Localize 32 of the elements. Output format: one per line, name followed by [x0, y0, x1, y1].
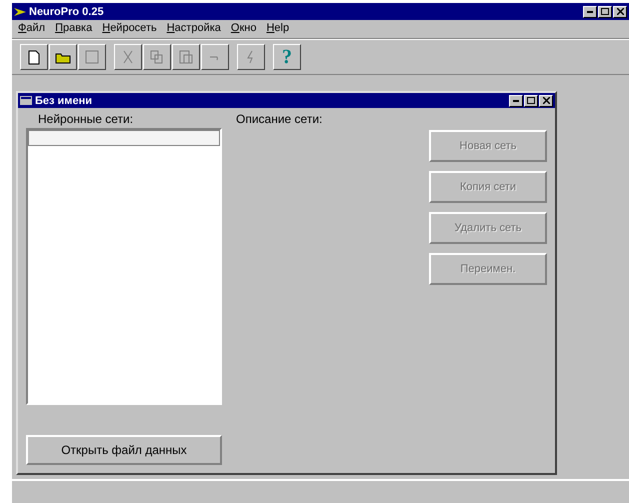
- maximize-icon: [601, 8, 609, 15]
- window-title: NeuroPro 0.25: [29, 6, 105, 18]
- minimize-button[interactable]: [509, 94, 523, 106]
- close-button[interactable]: [613, 6, 627, 18]
- paste-icon: [179, 50, 193, 64]
- close-icon: [542, 97, 550, 104]
- close-button[interactable]: [539, 94, 553, 106]
- menu-item[interactable]: Нейросеть: [102, 22, 157, 36]
- list-item[interactable]: [28, 130, 220, 146]
- minimize-button[interactable]: [583, 6, 597, 18]
- menu-item[interactable]: Правка: [55, 22, 92, 36]
- menu-item[interactable]: Настройка: [166, 22, 221, 36]
- app-icon: [14, 6, 26, 16]
- new-file-icon: [28, 50, 40, 64]
- menu-item[interactable]: Help: [266, 22, 290, 36]
- menu-item[interactable]: Окно: [230, 22, 256, 36]
- copy-icon: [150, 50, 164, 64]
- maximize-icon: [527, 97, 535, 104]
- menu-item[interactable]: Файл: [18, 22, 46, 36]
- toolbar-button[interactable]: [49, 44, 77, 70]
- minimize-icon: [513, 100, 519, 102]
- close-icon: [616, 8, 624, 15]
- scissors-icon: [121, 50, 135, 64]
- open-data-button[interactable]: Открыть файл данных: [26, 435, 222, 465]
- toolbar-button[interactable]: [20, 44, 48, 70]
- description-label: Описание сети:: [236, 112, 324, 126]
- maximize-button[interactable]: [598, 6, 612, 18]
- network-list[interactable]: [26, 128, 222, 405]
- maximize-button[interactable]: [524, 94, 538, 106]
- window-title: Без имени: [35, 94, 93, 106]
- minimize-icon: [587, 10, 593, 12]
- list-label: Нейронные сети:: [37, 112, 134, 126]
